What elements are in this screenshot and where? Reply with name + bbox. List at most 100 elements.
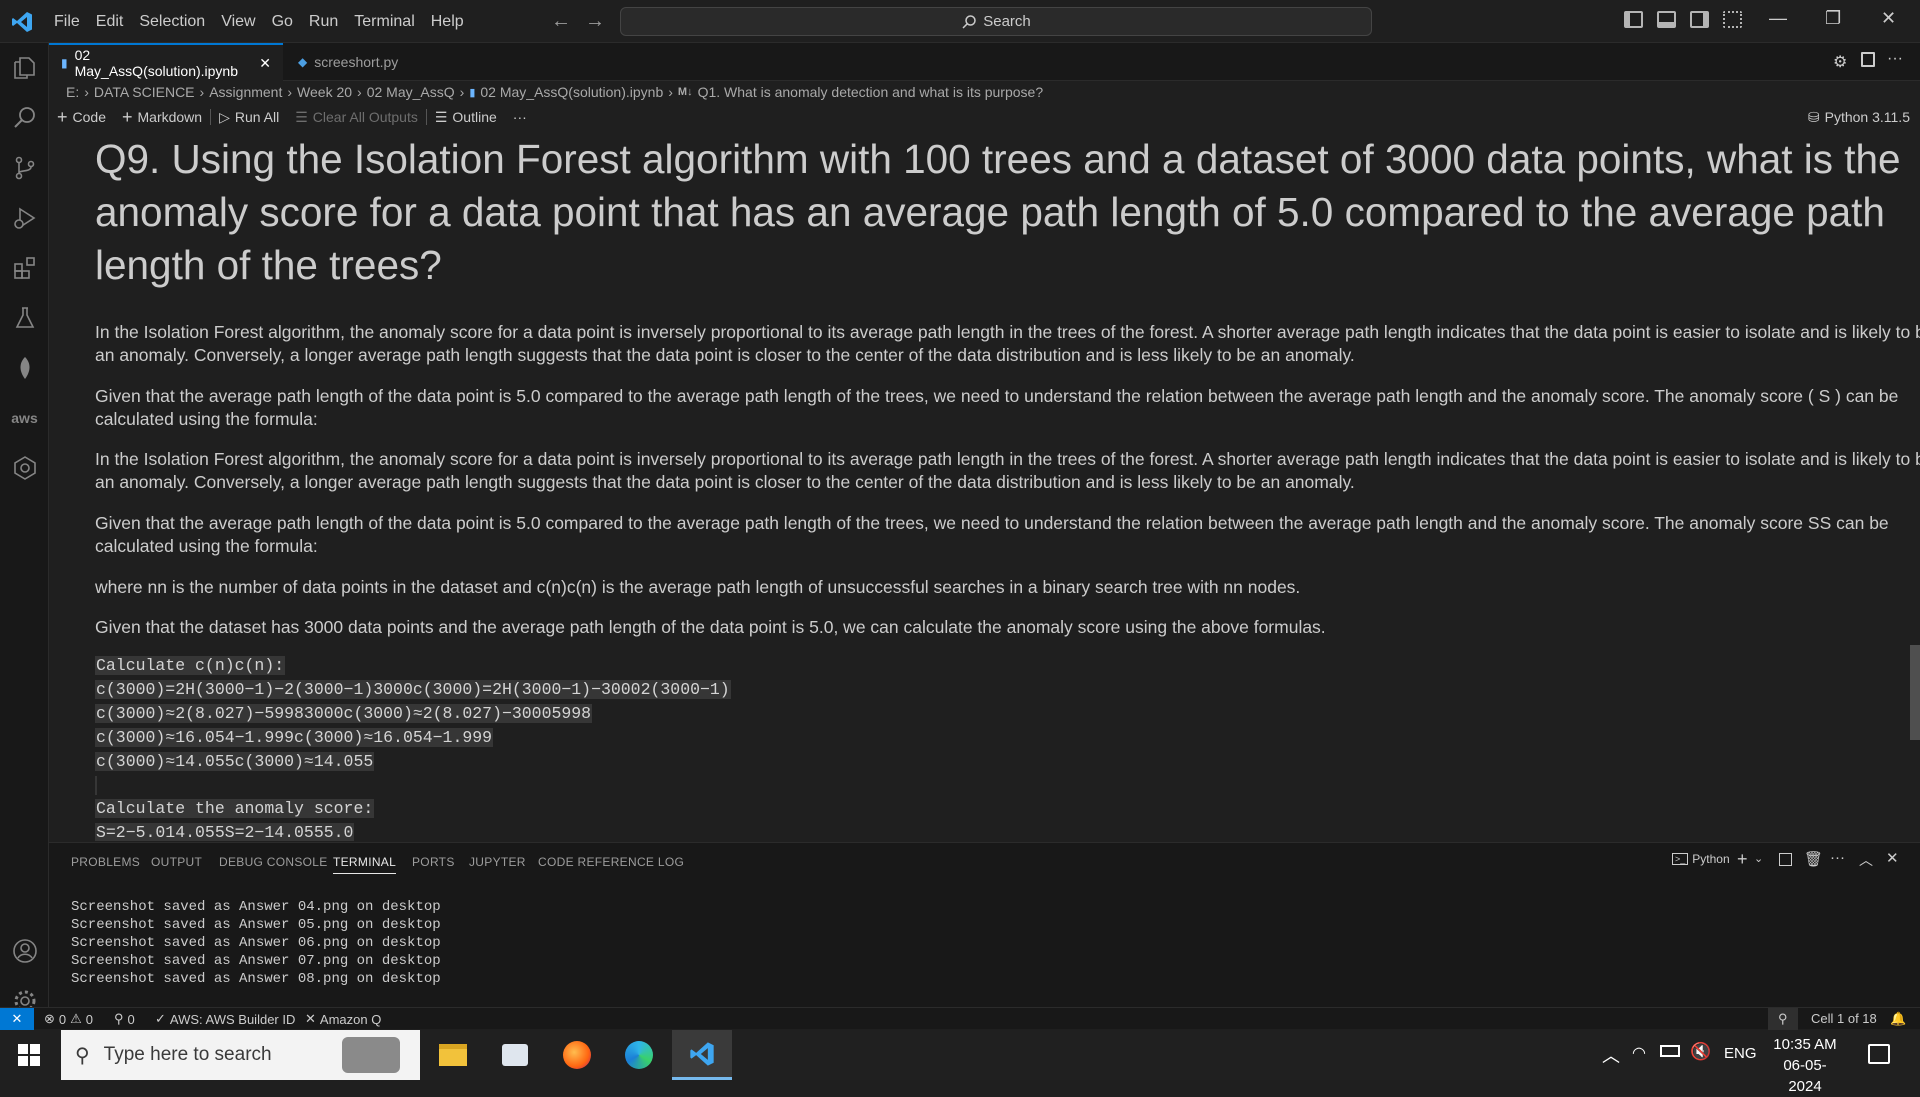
terminal-icon: >_ — [1672, 853, 1689, 865]
extensions-icon[interactable] — [0, 248, 49, 288]
notifications-icon[interactable] — [1868, 1044, 1890, 1064]
breadcrumb: E: › DATA SCIENCE › Assignment › Week 20 › 0… — [66, 82, 1043, 102]
editor-scrollbar[interactable] — [1910, 645, 1920, 740]
add-markdown-cell-button[interactable]: + Markdown — [114, 107, 210, 128]
clock[interactable]: 10:35 AM 06-05-2024 — [1770, 1034, 1840, 1097]
explorer-icon[interactable] — [0, 48, 49, 88]
toolbar-more-button[interactable]: ··· — [505, 109, 535, 125]
panel-tab-terminal[interactable]: TERMINAL — [333, 855, 397, 874]
menu-go[interactable]: Go — [264, 13, 301, 31]
panel-tab-problems[interactable]: PROBLEMS — [71, 855, 140, 869]
panel-tab-jupyter[interactable]: JUPYTER — [469, 855, 526, 869]
trash-icon[interactable]: 🗑 — [1804, 850, 1823, 868]
run-all-button[interactable]: ▷ Run All — [211, 109, 287, 126]
panel-tab-debug-console[interactable]: DEBUG CONSOLE — [219, 855, 328, 869]
menu-bar: File Edit Selection View Go Run Terminal… — [46, 0, 472, 43]
status-bar: ✕ ⊗ 0 ⚠ 0 ⚲ 0 ✓ AWS: AWS Builder ID ✕ Amazon … — [0, 1007, 1920, 1030]
panel-tab-output[interactable]: OUTPUT — [151, 855, 202, 869]
menu-file[interactable]: File — [46, 13, 88, 31]
problems-indicator[interactable]: ⊗ 0 ⚠ 0 — [44, 1011, 93, 1027]
panel-tab-ports[interactable]: PORTS — [412, 855, 455, 869]
breadcrumb-item[interactable]: DATA SCIENCE — [94, 84, 195, 100]
vscode-taskbar-icon[interactable] — [672, 1030, 732, 1080]
taskbar-search[interactable]: ⚲ Type here to search — [61, 1030, 420, 1080]
toggle-primary-sidebar-icon[interactable] — [1624, 11, 1643, 28]
breadcrumb-item[interactable]: Q1. What is anomaly detection and what i… — [698, 84, 1044, 100]
testing-flask-icon[interactable] — [0, 298, 49, 338]
back-arrow-icon[interactable]: ← — [551, 10, 571, 33]
error-icon: ⊗ — [44, 1011, 55, 1026]
toggle-secondary-sidebar-icon[interactable] — [1690, 11, 1709, 28]
panel-more-icon[interactable]: ··· — [1830, 849, 1845, 866]
battery-icon[interactable] — [1660, 1045, 1680, 1057]
panel-tab-code-reference-log[interactable]: CODE REFERENCE LOG — [538, 855, 684, 869]
close-window-button[interactable]: ✕ — [1881, 8, 1896, 29]
add-code-cell-button[interactable]: + Code — [49, 107, 114, 128]
input-language[interactable]: ENG — [1724, 1045, 1757, 1062]
breadcrumb-item[interactable]: Week 20 — [297, 84, 352, 100]
editor-tabs: ▮ 02 May_AssQ(solution).ipynb ✕ ◆ screes… — [49, 43, 1920, 81]
amazon-q-status[interactable]: ✕ Amazon Q — [305, 1011, 381, 1027]
toggle-panel-icon[interactable] — [1657, 11, 1676, 28]
tab-screeshort-py[interactable]: ◆ screeshort.py — [286, 43, 426, 81]
breadcrumb-item[interactable]: Assignment — [209, 84, 282, 100]
chevron-right-icon: › — [84, 84, 89, 100]
clear-all-outputs-button[interactable]: ☰ Clear All Outputs — [287, 109, 426, 126]
close-panel-icon[interactable]: ✕ — [1886, 849, 1899, 867]
camera-decoration-icon — [342, 1037, 400, 1073]
minimize-button[interactable]: — — [1769, 8, 1787, 29]
aws-icon[interactable]: aws — [0, 398, 49, 438]
breadcrumb-item[interactable]: 02 May_AssQ — [367, 84, 455, 100]
notebook-file-icon: ▮ — [61, 56, 68, 70]
command-center-search[interactable]: Search — [620, 7, 1372, 36]
search-sidebar-icon[interactable] — [0, 98, 49, 138]
remote-indicator-icon[interactable]: ✕ — [0, 1008, 34, 1030]
show-hidden-icons-chevron-icon[interactable]: ︿ — [1602, 1042, 1620, 1068]
breadcrumb-item[interactable]: E: — [66, 84, 79, 100]
restore-button[interactable]: ❐ — [1825, 8, 1841, 29]
leaf-extension-icon[interactable] — [0, 348, 49, 388]
new-terminal-icon[interactable]: + — [1737, 849, 1748, 870]
notebook-settings-icon[interactable]: ⚙ — [1833, 52, 1847, 72]
run-all-icon: ▷ — [219, 108, 230, 125]
terminal-shell-selector[interactable]: >_ Python — [1672, 852, 1730, 866]
menu-help[interactable]: Help — [423, 13, 472, 31]
menu-view[interactable]: View — [213, 13, 263, 31]
close-tab-icon[interactable]: ✕ — [259, 55, 271, 72]
run-debug-icon[interactable] — [0, 198, 49, 238]
notes-app-icon[interactable] — [485, 1030, 545, 1080]
forward-arrow-icon[interactable]: → — [585, 10, 605, 33]
volume-muted-icon[interactable]: 🔇 — [1690, 1042, 1711, 1062]
windows-start-icon[interactable] — [18, 1044, 40, 1071]
chevron-down-icon[interactable]: ⌄ — [1754, 852, 1763, 865]
cell-position[interactable]: Cell 1 of 18 — [1811, 1011, 1877, 1026]
tab-notebook[interactable]: ▮ 02 May_AssQ(solution).ipynb ✕ — [49, 43, 283, 81]
maximize-panel-icon[interactable]: ︿ — [1859, 850, 1873, 870]
menu-terminal[interactable]: Terminal — [346, 13, 422, 31]
more-actions-icon[interactable]: ··· — [1887, 50, 1903, 68]
outline-button[interactable]: ☰ Outline — [427, 109, 505, 126]
menu-run[interactable]: Run — [301, 13, 346, 31]
split-terminal-icon[interactable] — [1779, 853, 1792, 866]
menu-selection[interactable]: Selection — [131, 13, 213, 31]
menu-edit[interactable]: Edit — [88, 13, 132, 31]
edge-app-icon[interactable] — [609, 1030, 669, 1080]
shell-label: Python — [1692, 852, 1730, 866]
aws-connection-status[interactable]: ✓ AWS: AWS Builder ID — [155, 1011, 295, 1027]
markdown-paragraph: In the Isolation Forest algorithm, the a… — [95, 322, 1920, 365]
kernel-icon: ⛁ — [1807, 108, 1820, 125]
accounts-icon[interactable] — [0, 931, 49, 971]
source-control-icon[interactable] — [0, 148, 49, 188]
split-editor-icon[interactable] — [1861, 52, 1875, 67]
network-icon[interactable]: ◠ — [1632, 1043, 1646, 1063]
breadcrumb-item[interactable]: 02 May_AssQ(solution).ipynb — [480, 84, 663, 100]
zoom-indicator[interactable]: ⚲ — [1768, 1008, 1798, 1030]
notebook-editor[interactable]: Q9. Using the Isolation Forest algorithm… — [49, 131, 1920, 841]
bell-icon[interactable]: 🔔 — [1890, 1011, 1906, 1027]
file-explorer-app-icon[interactable] — [423, 1030, 483, 1080]
ports-indicator[interactable]: ⚲ 0 — [114, 1011, 135, 1027]
customize-layout-icon[interactable] — [1723, 11, 1742, 28]
amazon-q-icon[interactable] — [0, 448, 49, 488]
firefox-app-icon[interactable] — [547, 1030, 607, 1080]
kernel-picker[interactable]: ⛁ Python 3.11.5 — [1800, 109, 1918, 126]
